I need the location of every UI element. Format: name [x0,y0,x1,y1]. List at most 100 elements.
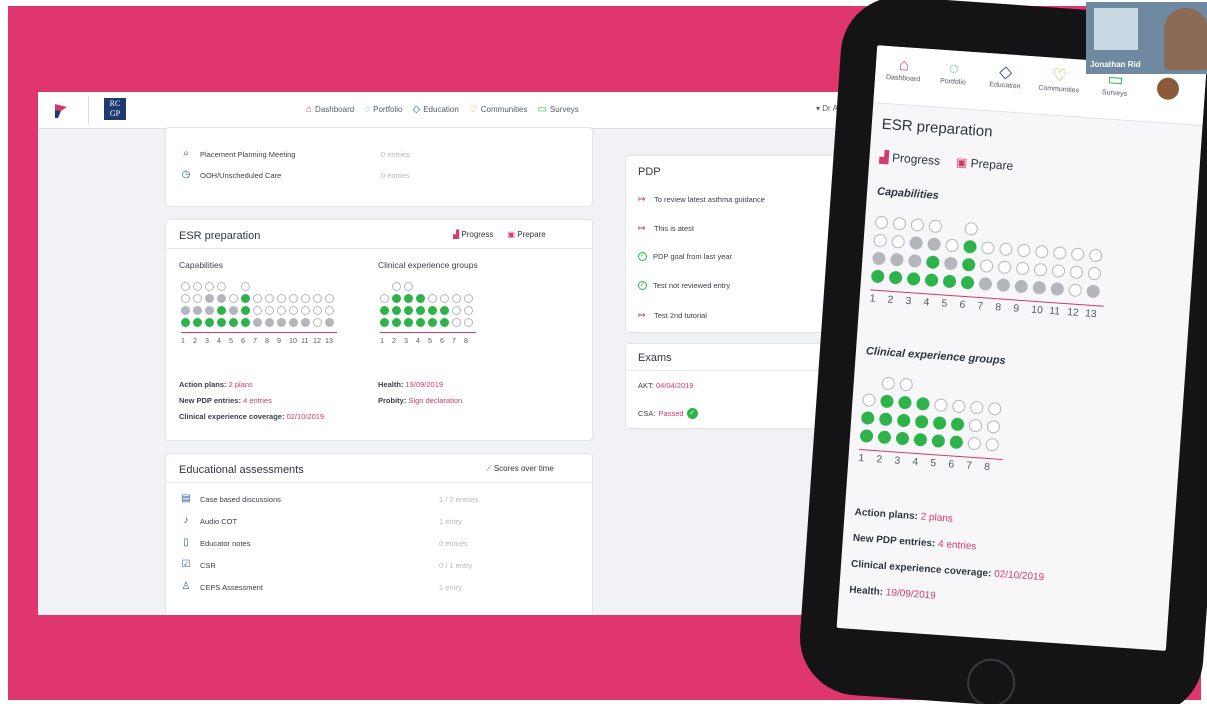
empty-dot [1088,248,1103,263]
complete-dot [888,270,903,285]
nav-education[interactable]: ◇ Education [413,104,459,115]
health-link[interactable]: 19/09/2019 [406,380,444,389]
axis-tick-label: 11 [301,336,309,345]
empty-dot [1016,243,1031,258]
pdp-entries-link[interactable]: 4 entries [243,396,272,405]
list-item[interactable]: ↦ This is atest [638,223,694,234]
list-item[interactable]: ✓ Test not reviewed entry [638,281,730,290]
row-label: Educator notes [200,538,251,548]
partial-dot [1086,284,1101,299]
probity-link[interactable]: Sign declaration [408,396,462,405]
complete-dot [440,306,449,315]
action-plans: Action plans: 2 plans [179,380,253,389]
nav-surveys[interactable]: ▭ Surveys [537,104,578,115]
empty-dot [1033,262,1048,277]
list-item[interactable]: ↦ To review latest asthma guidance [638,194,765,205]
table-row[interactable]: ♙ CEPS Assessment 1 entry [181,582,462,592]
phone-progress-label: Progress [891,150,941,168]
table-row[interactable]: ♪ Audio COT 1 entry [181,516,462,526]
phone-nav-portfolio[interactable]: ◌ Portfolio [927,57,981,88]
partial-dot [872,251,886,266]
table-row[interactable]: ▯ Educator notes 0 entries [181,538,468,548]
clinical-groups-chart: 12345678 [380,274,500,345]
list-item[interactable]: ◷ OOH/Unscheduled Care 0 entries [181,170,410,180]
pdp-item-label: PDP goal from last year [653,252,733,261]
axis-tick-label: 10 [289,336,297,345]
progress-button[interactable]: ▟ Progress [453,230,493,239]
phone-pdp-entries: New PDP entries: 4 entries [852,533,976,553]
pdp-card: PDP ↦ To review latest asthma guidance ↦ Th… [626,156,838,332]
phone-nav-communities[interactable]: ♡ Communities [1033,64,1087,95]
empty-dot [969,400,984,415]
chart-icon: ▟ [879,149,890,165]
nav-portfolio[interactable]: ◌ Portfolio [364,104,402,115]
complete-dot [860,411,875,425]
phone-health: Health: 19/09/2019 [849,585,936,602]
empty-dot [325,306,334,315]
action-plans-link[interactable]: 2 plans [229,380,253,389]
akt-link[interactable]: 04/04/2019 [656,381,694,390]
complete-dot [229,318,238,327]
phone-nav-education[interactable]: ◇ Education [979,61,1033,92]
nav-communities[interactable]: ♡ Communities [469,104,528,115]
complete-dot [241,294,250,303]
complete-dot [895,431,910,446]
empty-dot [265,294,274,303]
empty-dot [1052,246,1067,260]
phone-nav-dashboard[interactable]: ⌂ Dashboard [877,53,931,84]
complete-dot [440,318,449,327]
flag-logo-icon[interactable] [52,102,70,120]
phone-progress-button[interactable]: ▟ Progress [879,150,940,168]
phone-pdp-link[interactable]: 4 entries [938,539,977,553]
axis-tick-label: 11 [1048,305,1061,318]
prepare-label: Prepare [517,230,546,239]
complete-dot [205,318,214,327]
complete-dot [416,306,425,315]
empty-dot [892,216,907,231]
phone-clinical-groups-chart: 12345678 [858,363,1025,474]
complete-dot [416,294,425,303]
top-navigation: RC GP ⌂ Dashboard ◌ Portfolio ◇ Educatio… [38,92,880,129]
check-circle-icon: ✓ [638,281,647,290]
complete-dot [960,275,975,290]
axis-tick-label: 1 [869,293,876,305]
row-label: Audio COT [200,516,238,526]
list-item[interactable]: ↦ Test 2nd tutorial [638,310,707,321]
akt-label: AKT: [638,381,654,390]
list-item[interactable]: ⌕ Placement Planning Meeting 0 entries [181,149,410,159]
home-button[interactable] [965,657,1017,704]
list-item[interactable]: ✓ PDP goal from last year [638,252,732,261]
csa-link[interactable]: Passed [659,409,684,418]
phone-nav-label: Surveys [1101,89,1128,98]
axis-tick-label: 6 [440,336,444,345]
table-row[interactable]: ☑ CSR 0 / 1 entry [181,560,473,570]
empty-dot [945,238,959,253]
avatar[interactable] [1156,76,1180,101]
phone-action-plans-link[interactable]: 2 plans [920,511,953,524]
phone-prepare-button[interactable]: ▣ Prepare [955,155,1013,173]
coverage-link[interactable]: 02/10/2019 [287,412,325,421]
table-row[interactable]: ▤ Case based discussions 1 / 2 entries [181,494,478,504]
axis-tick-label: 3 [404,336,408,345]
video-call-tile[interactable]: Jonathan Rid [1086,2,1207,74]
csa-row: CSA: Passed ✓ [638,408,698,419]
phone-prepare-label: Prepare [970,156,1014,174]
empty-dot [862,393,876,408]
chart-axis [181,332,337,333]
row-value: 0 entries [381,170,410,180]
phone-coverage-link[interactable]: 02/10/2019 [994,569,1045,583]
partial-dot [265,318,274,327]
empty-dot [874,215,889,230]
nav-dashboard[interactable]: ⌂ Dashboard [306,104,354,115]
chart-icon: ▟ [453,230,460,239]
scores-over-time-button[interactable]: ⟋ Scores over time [486,464,554,474]
rcgp-logo[interactable]: RC GP [104,98,126,120]
empty-dot [464,294,473,303]
clinical-groups-title: Clinical experience groups [378,260,478,270]
exams-card: Exams AKT: 04/04/2019 CSA: Passed ✓ [626,344,838,428]
prepare-button[interactable]: ▣ Prepare [507,230,545,239]
complete-dot [392,318,401,327]
empty-dot [452,294,461,303]
phone-health-link[interactable]: 19/09/2019 [885,587,936,601]
row-value: 0 entries [439,538,468,548]
